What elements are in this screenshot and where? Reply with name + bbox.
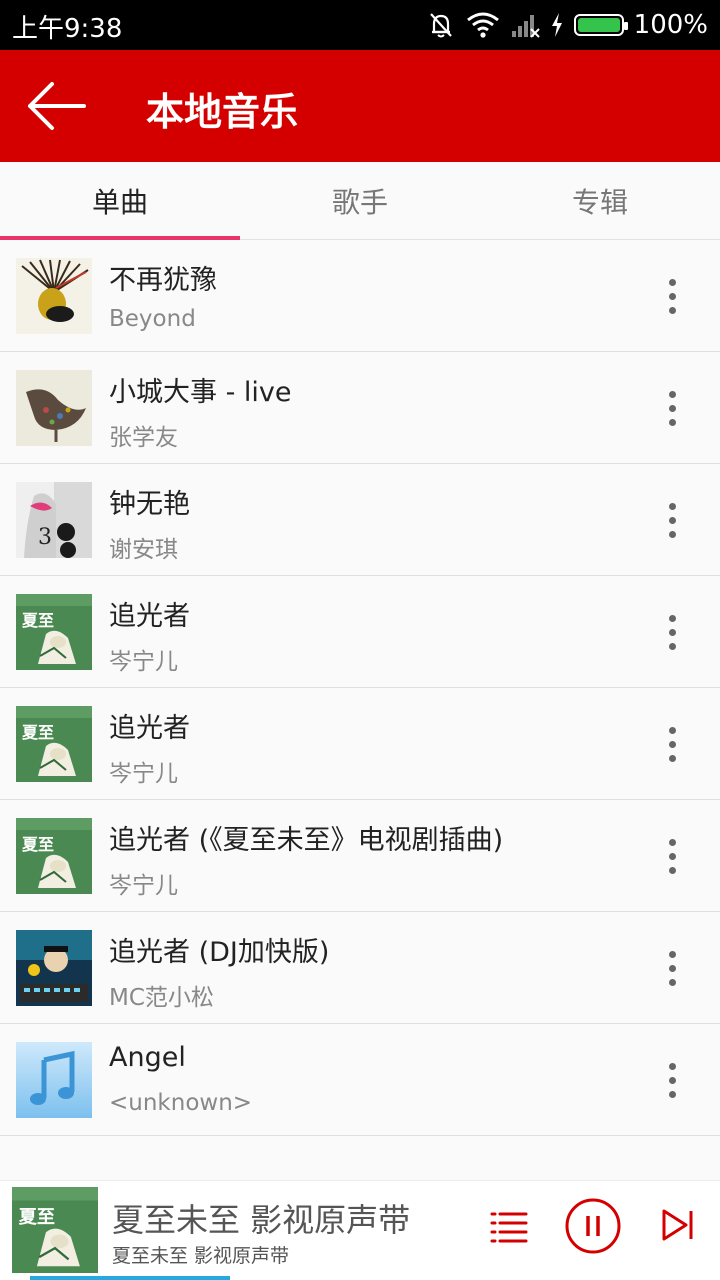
more-options-icon[interactable]	[652, 378, 692, 438]
now-playing-subtitle: 夏至未至 影视原声带	[112, 1245, 290, 1267]
music-note-placeholder-icon	[16, 1042, 92, 1118]
album-art	[16, 930, 92, 1006]
more-options-icon[interactable]	[652, 938, 692, 998]
svg-text:夏至: 夏至	[19, 1207, 55, 1228]
page-title: 本地音乐	[146, 90, 299, 134]
tab-albums[interactable]: 专辑	[480, 162, 720, 240]
song-artist: <unknown>	[109, 1090, 253, 1116]
song-artist: Beyond	[109, 306, 196, 332]
svg-text:夏至: 夏至	[21, 611, 54, 630]
wifi-icon	[466, 12, 499, 38]
song-row[interactable]: 3 钟无艳 谢安琪	[0, 464, 720, 576]
arrow-left-icon[interactable]	[22, 76, 92, 136]
more-options-icon[interactable]	[652, 266, 692, 326]
album-art: 夏至	[16, 594, 92, 670]
song-title: 追光者	[109, 713, 190, 744]
song-title: 追光者	[109, 601, 190, 632]
album-art	[16, 258, 92, 334]
song-row[interactable]: 追光者 (DJ加快版) MC范小松	[0, 912, 720, 1024]
song-artist: 岑宁儿	[109, 761, 178, 787]
song-title: 小城大事 - live	[109, 377, 292, 408]
tab-bar: 单曲 歌手 专辑	[0, 162, 720, 240]
battery-percent: 100%	[633, 10, 708, 40]
svg-text:夏至: 夏至	[21, 835, 54, 854]
more-options-icon[interactable]	[652, 826, 692, 886]
status-bar: 上午9:38 100%	[0, 0, 720, 50]
mute-bell-icon	[429, 13, 452, 38]
song-artist: 谢安琪	[109, 537, 178, 563]
song-title: 追光者 (《夏至未至》电视剧插曲)	[109, 825, 504, 856]
pause-icon[interactable]	[564, 1197, 622, 1255]
svg-text:3: 3	[38, 525, 52, 550]
tab-songs[interactable]: 单曲	[0, 162, 240, 240]
song-title: Angel	[109, 1042, 186, 1073]
more-options-icon[interactable]	[652, 714, 692, 774]
more-options-icon[interactable]	[652, 602, 692, 662]
album-art: 夏至	[16, 706, 92, 782]
status-icons: 100%	[426, 8, 708, 42]
song-list: 不再犹豫 Beyond 小城大事 - live 张学友 3 钟无艳 谢安琪 夏至…	[0, 240, 720, 1136]
svg-text:夏至: 夏至	[21, 723, 54, 742]
mini-player[interactable]: 夏至 夏至未至 影视原声带 夏至未至 影视原声带	[0, 1180, 720, 1280]
song-row[interactable]: 不再犹豫 Beyond	[0, 240, 720, 352]
song-row[interactable]: 夏至 追光者 岑宁儿	[0, 576, 720, 688]
playback-progress	[30, 1276, 230, 1280]
status-time: 上午9:38	[12, 14, 123, 44]
battery-icon	[573, 14, 628, 36]
now-playing-cover[interactable]: 夏至	[12, 1187, 98, 1273]
song-row[interactable]: 小城大事 - live 张学友	[0, 352, 720, 464]
song-artist: MC范小松	[109, 985, 214, 1011]
album-art: 3	[16, 482, 92, 558]
app-bar: 本地音乐	[0, 50, 720, 162]
song-row[interactable]: 夏至 追光者 (《夏至未至》电视剧插曲) 岑宁儿	[0, 800, 720, 912]
song-artist: 岑宁儿	[109, 649, 178, 675]
playlist-icon[interactable]	[488, 1205, 530, 1247]
signal-icon	[511, 15, 540, 38]
song-row[interactable]: Angel <unknown>	[0, 1024, 720, 1136]
more-options-icon[interactable]	[652, 490, 692, 550]
song-title: 钟无艳	[109, 489, 190, 520]
album-art: 夏至	[16, 818, 92, 894]
song-artist: 张学友	[109, 425, 178, 451]
song-title: 追光者 (DJ加快版)	[109, 937, 330, 968]
album-art	[16, 370, 92, 446]
more-options-icon[interactable]	[652, 1050, 692, 1110]
now-playing-title: 夏至未至 影视原声带	[112, 1201, 411, 1239]
tab-artists[interactable]: 歌手	[240, 162, 480, 240]
song-row[interactable]: 夏至 追光者 岑宁儿	[0, 688, 720, 800]
next-icon[interactable]	[660, 1207, 696, 1243]
song-artist: 岑宁儿	[109, 873, 178, 899]
song-title: 不再犹豫	[109, 265, 217, 296]
charging-icon	[551, 13, 562, 37]
